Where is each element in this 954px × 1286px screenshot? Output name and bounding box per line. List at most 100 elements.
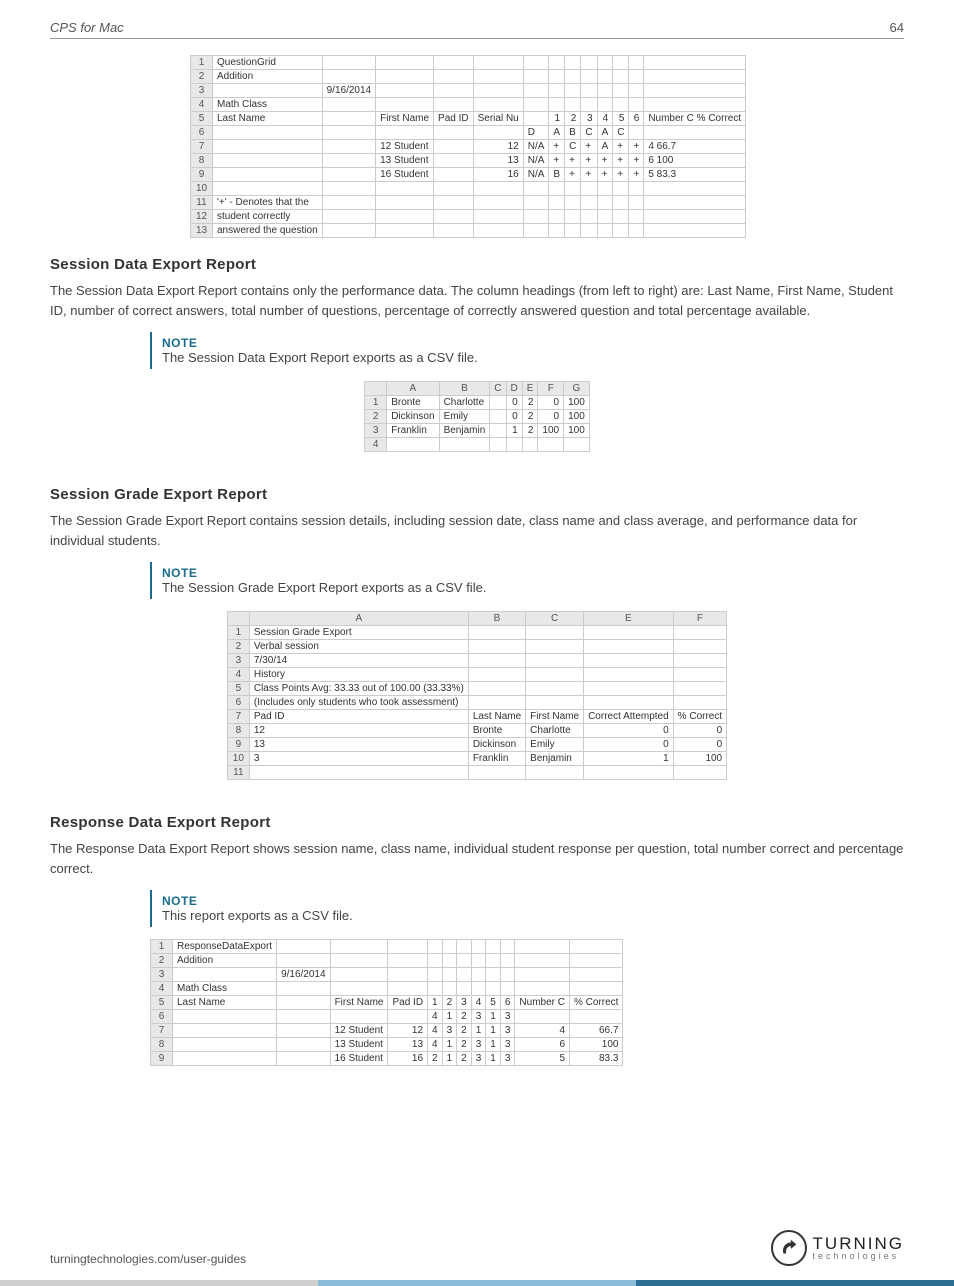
col-header: B xyxy=(468,612,525,626)
cell xyxy=(434,154,474,168)
cell xyxy=(173,968,277,982)
row-header: 10 xyxy=(191,182,213,196)
cell: Dickinson xyxy=(387,410,439,424)
note-sge: NOTE The Session Grade Export Report exp… xyxy=(150,562,770,599)
cell: % Correct xyxy=(570,996,623,1010)
cell xyxy=(322,112,376,126)
cell xyxy=(388,982,428,996)
cell xyxy=(388,1010,428,1024)
cell: Emily xyxy=(526,738,584,752)
cell xyxy=(322,140,376,154)
cell xyxy=(322,70,376,84)
cell: 66.7 xyxy=(570,1024,623,1038)
note-label: NOTE xyxy=(162,894,760,908)
section-para-sde: The Session Data Export Report contains … xyxy=(50,281,904,320)
cell xyxy=(490,396,506,410)
cell: 0 xyxy=(538,396,564,410)
cell xyxy=(500,968,515,982)
row-header: 9 xyxy=(191,168,213,182)
cell xyxy=(584,766,674,780)
col-header: C xyxy=(490,382,506,396)
cell xyxy=(629,126,644,140)
cell xyxy=(471,968,486,982)
cell: 100 xyxy=(564,424,590,438)
cell: 12 xyxy=(249,724,468,738)
col-header: E xyxy=(584,612,674,626)
cell xyxy=(376,70,434,84)
cell xyxy=(613,196,629,210)
cell: + xyxy=(581,154,597,168)
cell xyxy=(376,210,434,224)
col-header: B xyxy=(439,382,490,396)
cell xyxy=(629,70,644,84)
cell xyxy=(468,640,525,654)
cell: + xyxy=(629,168,644,182)
cell: First Name xyxy=(526,710,584,724)
cell: Number C % Correct xyxy=(644,112,746,126)
cell xyxy=(526,654,584,668)
cell: 5 xyxy=(486,996,501,1010)
cell: C xyxy=(581,126,597,140)
cell: 0 xyxy=(673,738,726,752)
cell: 4 xyxy=(428,1038,443,1052)
cell xyxy=(173,1010,277,1024)
cell xyxy=(526,626,584,640)
cell: 1 xyxy=(549,112,565,126)
cell: 2 xyxy=(522,396,538,410)
cell: Pad ID xyxy=(249,710,468,724)
cell: 83.3 xyxy=(570,1052,623,1066)
cell xyxy=(277,982,331,996)
col-header: F xyxy=(673,612,726,626)
cell: 0 xyxy=(506,396,522,410)
cell xyxy=(330,968,388,982)
section-heading-sde: Session Data Export Report xyxy=(50,256,904,273)
cell xyxy=(434,168,474,182)
cell: 100 xyxy=(564,396,590,410)
cell xyxy=(173,1038,277,1052)
cell xyxy=(457,940,472,954)
cell xyxy=(597,196,613,210)
cell xyxy=(673,640,726,654)
page-footer: turningtechnologies.com/user-guides TURN… xyxy=(0,1220,954,1280)
cell xyxy=(629,224,644,238)
col-header: D xyxy=(506,382,522,396)
cell xyxy=(549,182,565,196)
cell xyxy=(565,210,581,224)
cell xyxy=(471,982,486,996)
cell xyxy=(322,168,376,182)
col-header: C xyxy=(526,612,584,626)
cell xyxy=(388,940,428,954)
col-header xyxy=(227,612,249,626)
cell xyxy=(629,182,644,196)
cell: C xyxy=(565,140,581,154)
cell: Last Name xyxy=(173,996,277,1010)
cell: + xyxy=(565,168,581,182)
note-rde: NOTE This report exports as a CSV file. xyxy=(150,890,770,927)
cell: + xyxy=(565,154,581,168)
cell xyxy=(428,968,443,982)
cell xyxy=(565,84,581,98)
cell xyxy=(213,168,323,182)
cell xyxy=(442,954,457,968)
cell xyxy=(468,654,525,668)
cell xyxy=(581,84,597,98)
cell xyxy=(523,84,549,98)
cell xyxy=(629,196,644,210)
row-header: 8 xyxy=(151,1038,173,1052)
cell: 2 xyxy=(442,996,457,1010)
cell: Serial Nu xyxy=(473,112,523,126)
cell xyxy=(322,154,376,168)
cell: Math Class xyxy=(213,98,323,112)
cell: + xyxy=(613,154,629,168)
cell: 3 xyxy=(457,996,472,1010)
cell xyxy=(570,982,623,996)
cell xyxy=(388,954,428,968)
cell: 4 xyxy=(428,1024,443,1038)
cell xyxy=(565,224,581,238)
cell xyxy=(584,654,674,668)
cell xyxy=(468,668,525,682)
cell xyxy=(673,696,726,710)
cell xyxy=(473,210,523,224)
cell: 100 xyxy=(673,752,726,766)
brand-name: TURNING xyxy=(813,1236,904,1251)
